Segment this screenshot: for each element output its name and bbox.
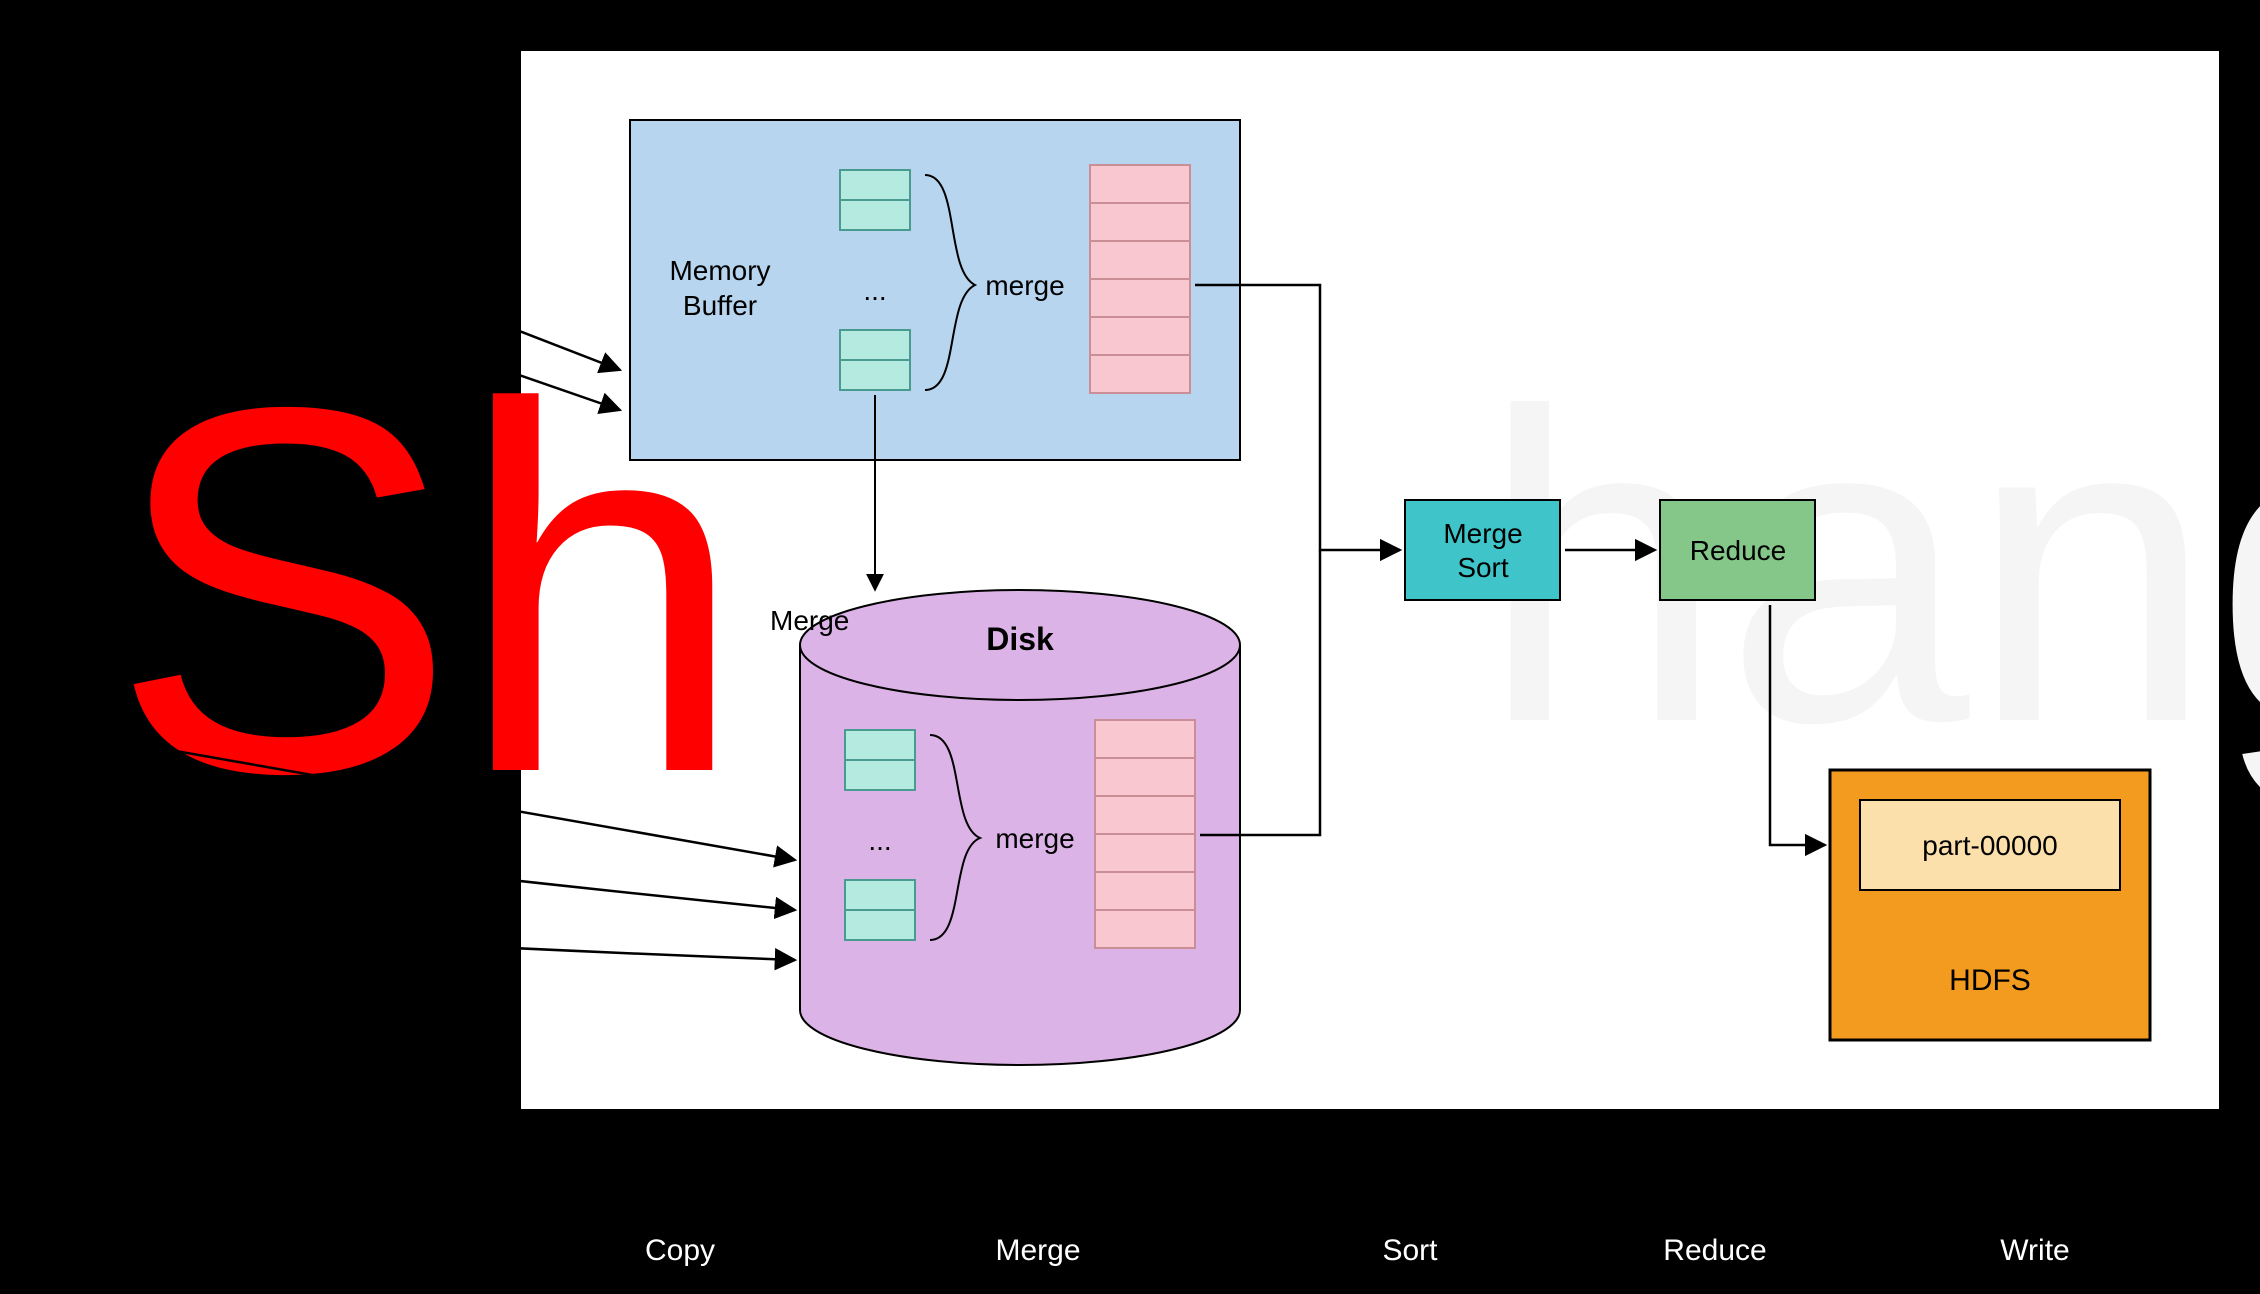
phase-reduce: Reduce bbox=[1663, 1234, 1766, 1267]
phase-sort: Sort bbox=[1382, 1234, 1438, 1267]
disk-ellipsis: ... bbox=[868, 825, 891, 856]
mem-ellipsis: ... bbox=[863, 275, 886, 306]
memory-label-1: Memory bbox=[669, 255, 770, 286]
disk-pink-stack bbox=[1095, 720, 1195, 948]
merge-sort-line1: Merge bbox=[1443, 518, 1522, 549]
phase-merge: Merge bbox=[995, 1234, 1080, 1267]
side-merge-label: Merge bbox=[770, 605, 849, 636]
phase-braces bbox=[530, 1130, 2215, 1175]
merge-sort-line2: Sort bbox=[1457, 552, 1509, 583]
disk-cylinder: Disk ... merge bbox=[800, 590, 1240, 1065]
watermark-faint: hang bbox=[1480, 323, 2260, 816]
phase-copy: Copy bbox=[645, 1234, 715, 1267]
part-label: part-00000 bbox=[1922, 830, 2057, 861]
merge-sort-box: Merge Sort bbox=[1405, 500, 1560, 600]
phase-write: Write bbox=[2000, 1234, 2069, 1267]
reduce-box: Reduce bbox=[1660, 500, 1815, 600]
memory-buffer-box: Memory Buffer ... merge bbox=[630, 120, 1240, 460]
mem-merge-label: merge bbox=[985, 270, 1064, 301]
disk-merge-label: merge bbox=[995, 823, 1074, 854]
hdfs-label: HDFS bbox=[1949, 964, 2031, 997]
memory-label-2: Buffer bbox=[683, 290, 757, 321]
mem-pink-stack bbox=[1090, 165, 1190, 393]
reduce-label: Reduce bbox=[1690, 535, 1787, 566]
disk-title: Disk bbox=[986, 621, 1054, 657]
hdfs-box: part-00000 HDFS bbox=[1830, 770, 2150, 1040]
